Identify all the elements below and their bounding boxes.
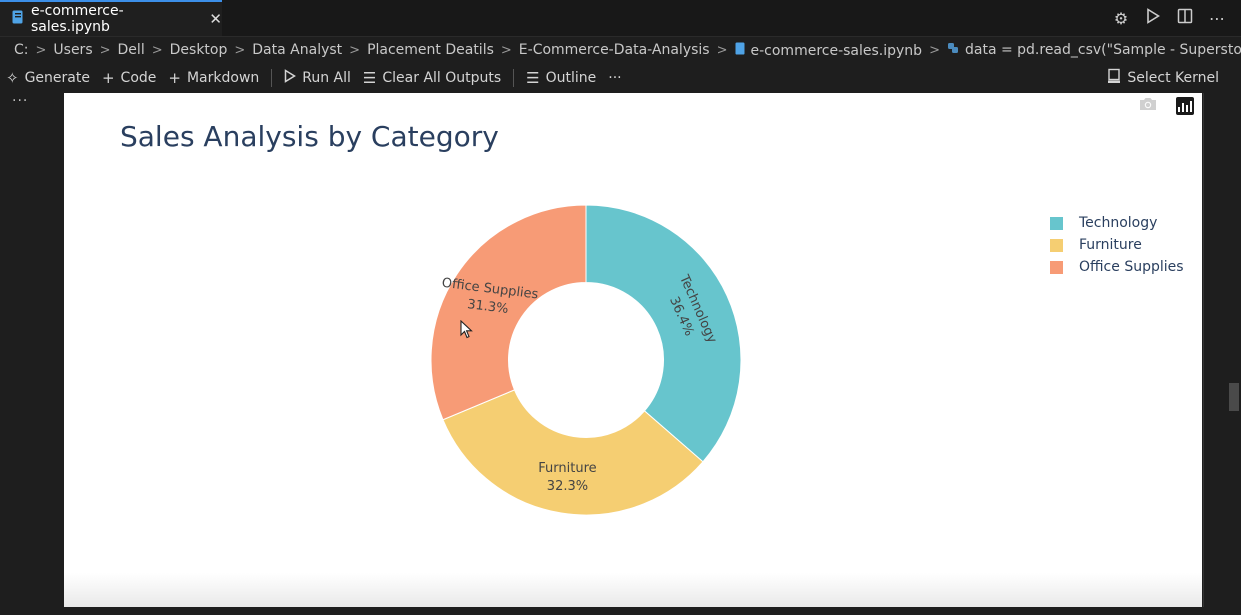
editor-tab-bar: e-commerce-sales.ipynb ✕ ⚙ ⋯	[0, 0, 1241, 37]
breadcrumb-item[interactable]: E-Commerce-Data-Analysis	[517, 42, 712, 58]
generate-button[interactable]: ✧ Generate	[0, 66, 96, 90]
run-icon[interactable]	[1143, 8, 1163, 28]
breadcrumb-item[interactable]: Data Analyst	[250, 42, 344, 58]
outline-label: Outline	[545, 70, 597, 86]
breadcrumb-file[interactable]: e-commerce-sales.ipynb	[733, 42, 925, 59]
slice-label-text: 32.3%	[547, 479, 588, 494]
chevron-right-icon: >	[716, 42, 728, 58]
notebook-toolbar: ✧ Generate + Code + Markdown Run All ☰ C…	[0, 64, 1241, 92]
chevron-right-icon: >	[929, 42, 940, 58]
select-kernel-button[interactable]: Select Kernel	[1101, 66, 1225, 90]
toolbar-divider	[513, 69, 515, 87]
cell-more-icon[interactable]: ···	[12, 93, 28, 109]
legend-label: Office Supplies	[1079, 259, 1184, 275]
legend-item[interactable]: Technology	[1050, 212, 1184, 234]
cell-output-plot: Sales Analysis by Category Technology 36.…	[64, 93, 1202, 607]
legend-item[interactable]: Office Supplies	[1050, 256, 1184, 278]
editor-edge	[1203, 93, 1204, 607]
add-markdown-button[interactable]: + Markdown	[162, 66, 265, 90]
close-icon[interactable]: ✕	[209, 10, 222, 28]
chevron-right-icon: >	[234, 42, 246, 58]
breadcrumb-file-label: e-commerce-sales.ipynb	[750, 42, 923, 59]
run-all-button[interactable]: Run All	[278, 66, 357, 90]
notebook-tab[interactable]: e-commerce-sales.ipynb ✕	[0, 0, 222, 36]
chart-legend: Technology Furniture Office Supplies	[1050, 212, 1184, 278]
clear-outputs-icon: ☰	[362, 69, 377, 87]
legend-label: Furniture	[1079, 237, 1142, 253]
chevron-right-icon: >	[99, 42, 111, 58]
legend-label: Technology	[1079, 215, 1158, 231]
slice-office-supplies[interactable]	[430, 204, 587, 421]
chevron-right-icon: >	[349, 42, 361, 58]
breadcrumb-code-label: data = pd.read_csv("Sample - Superstore.…	[964, 42, 1241, 58]
chevron-right-icon: >	[500, 42, 512, 58]
vertical-scrollbar[interactable]	[1229, 383, 1239, 411]
output-footer-shade	[64, 573, 1202, 607]
run-all-icon	[284, 69, 297, 87]
split-editor-icon[interactable]	[1175, 8, 1195, 28]
more-icon: ···	[608, 70, 622, 86]
toolbar-divider	[271, 69, 273, 87]
markdown-label: Markdown	[186, 70, 260, 86]
chevron-right-icon: >	[151, 42, 163, 58]
slice-label-text: Furniture	[538, 461, 596, 476]
breadcrumb-item[interactable]: Desktop	[168, 42, 230, 58]
sparkle-icon: ✧	[6, 69, 19, 87]
legend-swatch	[1050, 216, 1063, 230]
legend-swatch	[1050, 238, 1063, 252]
outline-button[interactable]: ☰ Outline	[520, 66, 602, 90]
breadcrumb-item[interactable]: C:	[12, 42, 31, 58]
breadcrumb-item[interactable]: Placement Deatils	[365, 42, 496, 58]
run-all-label: Run All	[302, 70, 351, 86]
breadcrumb-item[interactable]: Users	[51, 42, 94, 58]
python-icon	[947, 42, 959, 58]
plus-icon: +	[101, 69, 115, 87]
chevron-right-icon: >	[35, 42, 47, 58]
more-icon[interactable]: ⋯	[1207, 9, 1227, 28]
notebook-icon	[735, 42, 745, 59]
generate-label: Generate	[24, 70, 90, 86]
legend-swatch	[1050, 260, 1063, 274]
notebook-icon	[12, 10, 23, 28]
clear-outputs-label: Clear All Outputs	[382, 70, 502, 86]
tab-title: e-commerce-sales.ipynb	[31, 3, 124, 35]
legend-item[interactable]: Furniture	[1050, 234, 1184, 256]
code-label: Code	[120, 70, 157, 86]
donut-chart: Technology36.4%Furniture32.3%Office Supp…	[430, 204, 742, 516]
mouse-cursor-icon	[460, 320, 473, 339]
breadcrumb-item[interactable]: Dell	[116, 42, 147, 58]
toolbar-more-button[interactable]: ···	[602, 66, 627, 90]
select-kernel-label: Select Kernel	[1127, 70, 1219, 86]
list-icon: ☰	[526, 69, 540, 87]
clear-all-outputs-button[interactable]: ☰ Clear All Outputs	[357, 66, 507, 90]
gear-icon[interactable]: ⚙	[1111, 9, 1131, 28]
add-code-button[interactable]: + Code	[96, 66, 162, 90]
breadcrumb-code-symbol[interactable]: data = pd.read_csv("Sample - Superstore.…	[945, 42, 1241, 58]
breadcrumb: C: > Users > Dell > Desktop > Data Analy…	[0, 38, 1241, 62]
plus-icon: +	[168, 69, 181, 87]
kernel-icon	[1107, 68, 1121, 88]
